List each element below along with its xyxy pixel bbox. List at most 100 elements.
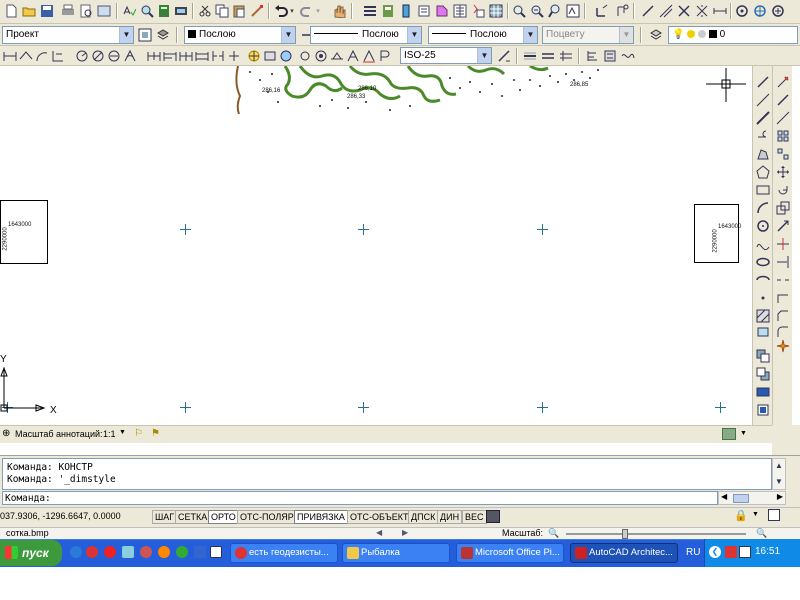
dim-textedit-icon[interactable] [361,48,377,64]
command-scrollbar[interactable]: ▲ ▼ [772,458,786,490]
spline-icon[interactable] [755,236,771,252]
snap-toggle[interactable]: ШАГ [152,510,178,524]
coordinates-readout[interactable]: 037.9306, -1296.6647, 0.0000 [0,511,121,521]
layer-select[interactable]: Послою ▼ [184,26,296,44]
trim-icon[interactable] [775,236,791,252]
linetype-select[interactable]: Послою ▼ [310,26,422,44]
send-back-icon[interactable] [755,366,771,382]
mirror-icon[interactable] [775,110,791,126]
designcenter-icon[interactable] [380,3,396,19]
workspace-select[interactable]: Проект ▼ [2,26,134,44]
chamfer-icon[interactable] [775,308,791,324]
mleader-icon[interactable] [522,48,538,64]
dim-jog-icon[interactable] [278,48,294,64]
dim-radius-icon[interactable] [74,48,90,64]
construction-line-icon[interactable] [755,92,771,108]
break-icon[interactable] [775,272,791,288]
lwt-toggle[interactable]: ВЕС [462,510,487,524]
find-icon[interactable] [139,3,155,19]
workspace-settings-icon[interactable] [137,27,153,43]
chevron-down-icon[interactable]: ▼ [752,511,759,518]
clock[interactable]: 16:51 [755,546,780,557]
send-under-icon[interactable] [755,402,771,418]
print-icon[interactable] [60,3,76,19]
polygon-icon[interactable] [755,146,771,162]
app-icon[interactable] [176,546,188,558]
opera-icon[interactable] [104,546,116,558]
paste-icon[interactable] [231,3,247,19]
rectangle-icon[interactable] [755,182,771,198]
dim-continue-icon[interactable] [178,48,194,64]
matchprop-icon[interactable] [249,3,265,19]
command-input[interactable]: Команда: [2,491,718,505]
quickcalc-icon[interactable] [452,3,468,19]
save-icon[interactable] [39,3,55,19]
taskbar-item-office[interactable]: Microsoft Office Pi... [456,543,564,563]
copy-icon[interactable] [214,3,230,19]
dim-space-icon[interactable] [194,48,210,64]
dim-baseline-icon[interactable] [162,48,178,64]
open-icon[interactable] [21,3,37,19]
sheetset-icon[interactable] [416,3,432,19]
erase-icon[interactable] [775,74,791,90]
polyline-icon[interactable] [755,110,771,126]
antivirus-icon[interactable] [739,546,751,558]
zoom-slider-thumb[interactable] [622,529,628,539]
polyline-arc-icon[interactable] [755,128,771,144]
mleader-collect-icon[interactable] [602,48,618,64]
chevron-down-icon[interactable]: ▼ [523,27,537,43]
zoom-slider[interactable] [566,529,746,539]
chevron-down-icon[interactable]: ▼ [119,429,126,436]
chevron-down-icon[interactable]: ▼ [407,27,421,43]
lineweight-select[interactable]: Послою ▼ [428,26,538,44]
ucs-icon[interactable] [594,3,610,19]
line-tool-icon[interactable] [640,3,656,19]
media-icon[interactable] [140,546,152,558]
calc-icon[interactable] [156,3,172,19]
pentagon-icon[interactable] [755,164,771,180]
otrack-toggle[interactable]: ОТС-ОБЪЕКТ [347,510,412,524]
app-icon[interactable] [194,546,206,558]
scroll-down-icon[interactable]: ▼ [773,475,785,489]
cross-icon[interactable] [694,3,710,19]
rotate-icon[interactable] [775,182,791,198]
zoom-out-icon[interactable]: 🔍 [548,528,559,539]
cut-icon[interactable] [197,3,213,19]
new-icon[interactable] [3,3,19,19]
ucs-world-icon[interactable] [614,3,630,19]
join-icon[interactable] [775,290,791,306]
target-icon[interactable] [770,3,786,19]
array-icon[interactable] [775,146,791,162]
firefox-icon[interactable] [158,546,170,558]
properties-icon[interactable] [362,3,378,19]
chevron-down-icon[interactable]: ▼ [619,27,633,43]
pan-icon[interactable] [331,3,347,19]
network-icon[interactable] [725,546,737,558]
model-space-icon[interactable] [486,510,500,523]
dim-jogged-icon[interactable] [90,48,106,64]
app-icon[interactable] [210,546,222,558]
dim-tolerance-icon[interactable] [226,48,242,64]
dim-update-icon[interactable] [313,48,329,64]
explode-icon[interactable] [775,338,791,354]
dim-angular-icon[interactable] [122,48,138,64]
spell-icon[interactable] [121,3,137,19]
scale-icon[interactable] [775,200,791,216]
dyn-toggle[interactable]: ДИН [437,510,463,524]
stretch-icon[interactable] [775,218,791,234]
line-icon[interactable] [755,74,771,90]
zoom-in-icon[interactable]: 🔍 [756,528,767,539]
scroll-up-icon[interactable]: ▲ [773,459,785,473]
xline-icon[interactable] [658,3,674,19]
taskbar-item-browser[interactable]: есть геодезисты... [230,543,338,563]
osnap-toggle[interactable]: ПРИВЯЗКА [294,510,348,524]
move-icon[interactable] [775,164,791,180]
media-icon[interactable] [122,546,134,558]
close-icon[interactable] [676,3,692,19]
hatch-icon[interactable] [755,308,771,324]
offset-icon[interactable] [775,128,791,144]
drawing-canvas[interactable]: 286,16 286,10 286,33 286,85 1643000 2290… [0,66,752,425]
tray-arrow-icon[interactable]: ❮ [709,546,721,558]
clean-screen-icon[interactable] [768,509,780,521]
zoom-extents-icon[interactable] [565,3,581,19]
